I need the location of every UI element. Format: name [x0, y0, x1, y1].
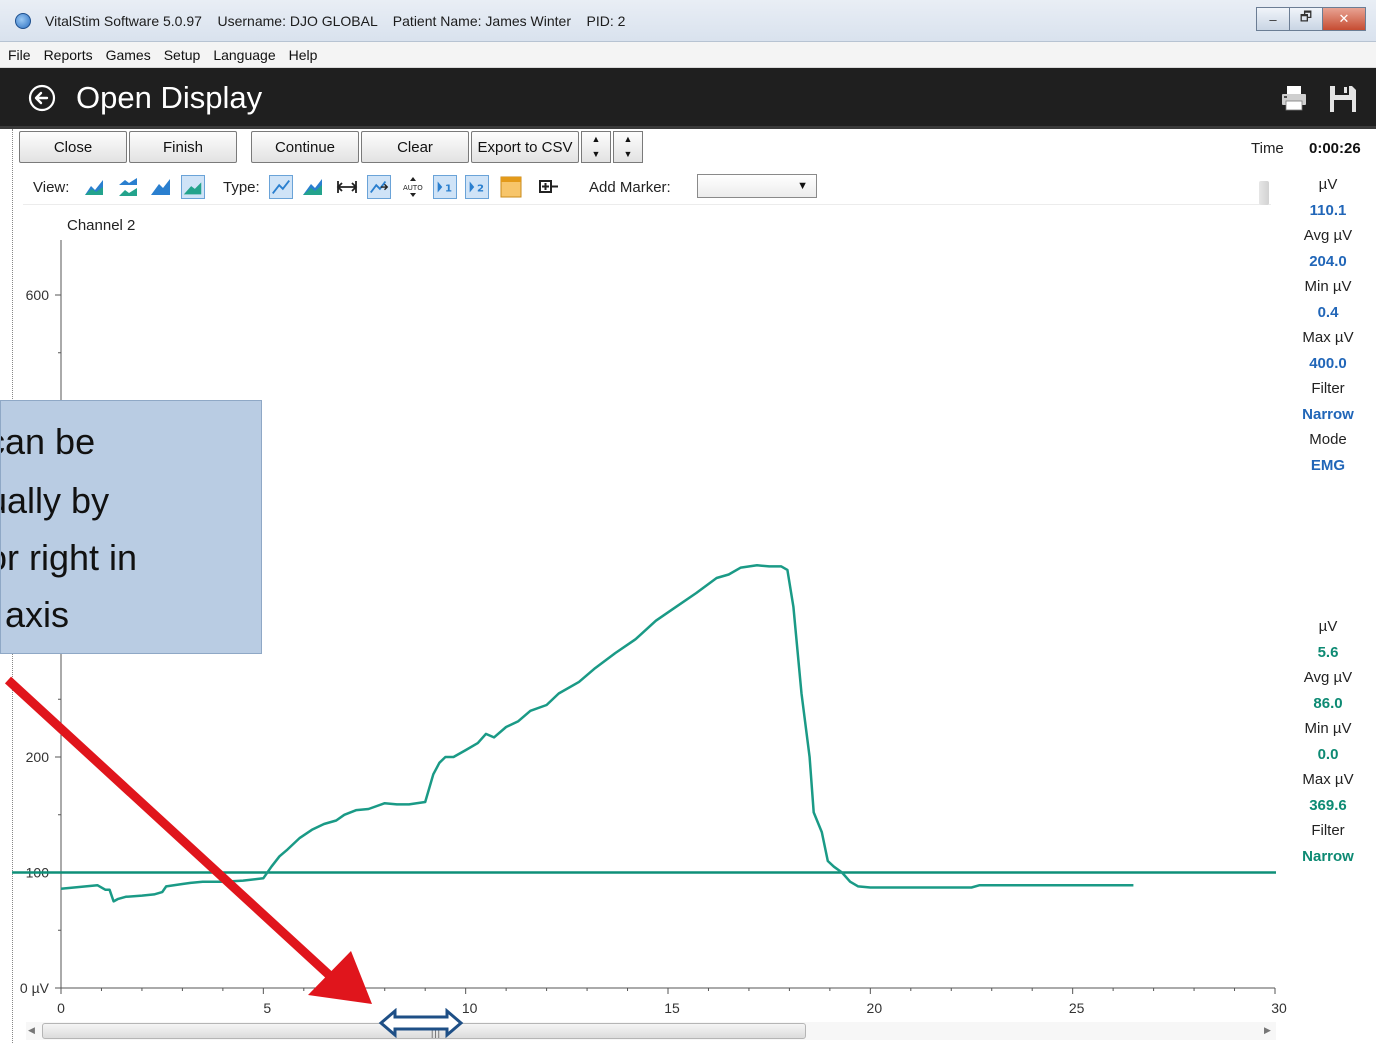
ch1-filter-label: Filter — [1311, 380, 1345, 397]
ch2-avg-value: 86.0 — [1313, 694, 1343, 712]
callout-line-4: l axis — [1, 594, 70, 635]
ch1-max-value: 400.0 — [1309, 354, 1347, 372]
y-tick-label: 0 µV — [20, 980, 50, 996]
callout-line-2: ually by — [1, 480, 110, 521]
x-tick-label: 5 — [263, 1000, 271, 1016]
ch1-min-label: Min µV — [1304, 278, 1352, 295]
ch2-filter-value: Narrow — [1302, 847, 1354, 865]
ch2-avg-label: Avg µV — [1303, 669, 1353, 686]
channel2-stats: µV 5.6 Avg µV 86.0 Min µV 0.0 Max µV 369… — [1280, 614, 1376, 869]
ch1-max-label: Max µV — [1302, 329, 1354, 346]
x-tick-label: 10 — [462, 1000, 478, 1016]
y-tick-label: 200 — [26, 749, 50, 765]
ch2-filter-label: Filter — [1311, 822, 1345, 839]
annotation-callout: can be ually by or right in l axis — [0, 400, 262, 654]
callout-line-3: or right in — [0, 537, 138, 578]
x-tick-label: 30 — [1271, 1000, 1287, 1016]
horizontal-scrollbar[interactable]: ◀ ||| ▶ — [26, 1022, 1276, 1040]
ch1-uv-label: µV — [1318, 176, 1338, 193]
ch2-max-label: Max µV — [1302, 771, 1354, 788]
x-tick-label: 20 — [867, 1000, 883, 1016]
callout-line-1: can be — [1, 421, 96, 462]
annotation-arrow-shaft — [4, 676, 344, 989]
scroll-left-icon[interactable]: ◀ — [28, 1025, 35, 1036]
ch1-uv-value: 110.1 — [1309, 201, 1347, 219]
x-tick-label: 25 — [1069, 1000, 1085, 1016]
channel1-stats: µV 110.1 Avg µV 204.0 Min µV 0.4 Max µV … — [1280, 172, 1376, 478]
ch2-min-label: Min µV — [1304, 720, 1352, 737]
ch2-max-value: 369.6 — [1309, 796, 1347, 814]
ch2-min-value: 0.0 — [1317, 745, 1339, 763]
y-tick-label: 600 — [26, 287, 50, 303]
ch2-uv-label: µV — [1318, 618, 1338, 635]
scroll-right-icon[interactable]: ▶ — [1264, 1025, 1271, 1036]
ch1-avg-label: Avg µV — [1303, 227, 1353, 244]
ch1-mode-label: Mode — [1309, 431, 1347, 448]
ch1-avg-value: 204.0 — [1309, 252, 1347, 270]
double-arrow-icon — [378, 1008, 464, 1038]
ch2-uv-value: 5.6 — [1317, 643, 1339, 661]
ch1-min-value: 0.4 — [1317, 303, 1339, 321]
ch1-filter-value: Narrow — [1302, 405, 1354, 423]
ch1-mode-value: EMG — [1310, 456, 1346, 474]
x-tick-label: 0 — [57, 1000, 65, 1016]
x-tick-label: 15 — [664, 1000, 680, 1016]
